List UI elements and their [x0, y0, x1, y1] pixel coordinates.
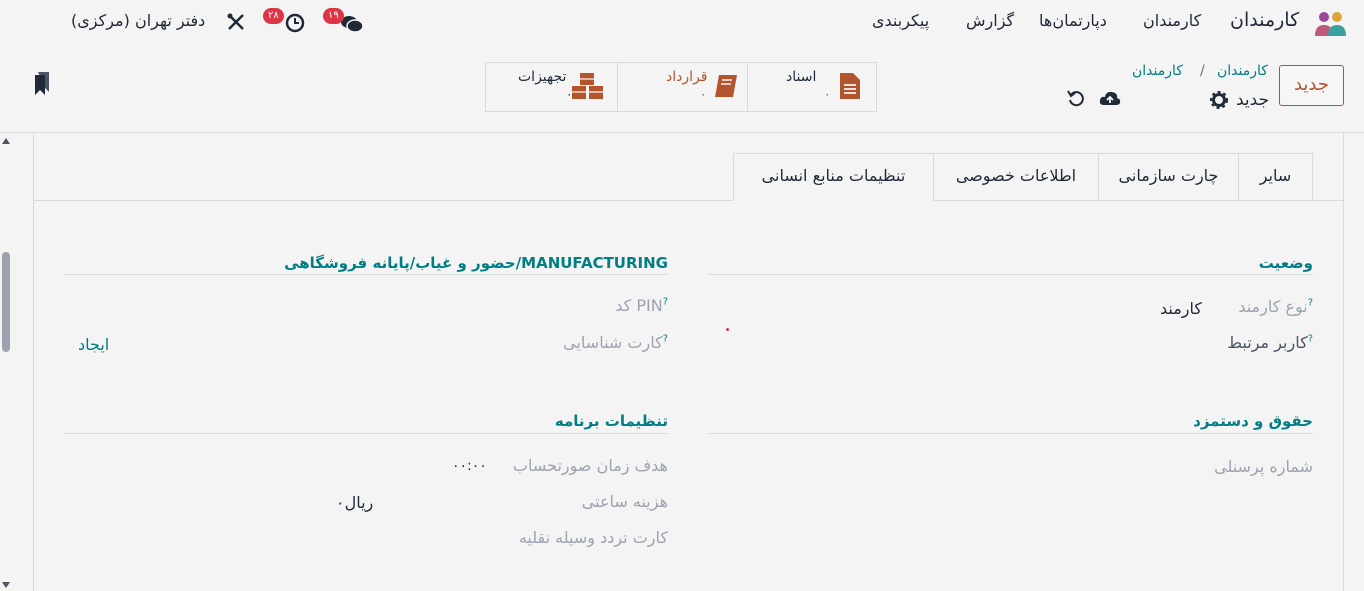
company-switcher[interactable]: دفتر تهران (مرکزی)	[71, 11, 205, 30]
form-sheet	[33, 133, 1344, 591]
pin-input[interactable]	[64, 294, 514, 318]
tab-private-info[interactable]: اطلاعات خصوصی	[933, 153, 1099, 201]
equipment-label: تجهیزات	[518, 69, 567, 85]
menu-reporting[interactable]: گزارش	[966, 11, 1014, 30]
menu-departments[interactable]: دپارتمان‌ها	[1039, 11, 1107, 30]
document-icon	[840, 73, 860, 99]
invoice-target-input[interactable]: ۰۰:۰۰	[452, 458, 487, 474]
registration-number-label: شماره پرسنلی	[1214, 457, 1313, 476]
related-user-label: کاربر مرتبط?	[1227, 333, 1313, 352]
scroll-up-arrow[interactable]	[1, 137, 11, 145]
related-user-input[interactable]	[730, 330, 1200, 354]
contracts-count: ۰	[700, 87, 707, 101]
top-navbar: کارمندان کارمندان دپارتمان‌ها گزارش پیکر…	[0, 0, 1364, 46]
scroll-down-arrow[interactable]	[1, 581, 11, 589]
vehicle-card-label: کارت تردد وسیله نقلیه	[518, 528, 668, 547]
create-badge-link[interactable]: ایجاد	[78, 335, 109, 354]
activities-badge: ۲۸	[263, 8, 284, 24]
tabs-divider	[34, 200, 1343, 201]
book-icon	[715, 75, 737, 97]
tab-other[interactable]: سایر	[1238, 153, 1313, 201]
discard-icon[interactable]	[1067, 89, 1085, 107]
breadcrumb-employees[interactable]: کارمندان	[1217, 63, 1268, 79]
tab-org-chart[interactable]: چارت سازمانی	[1098, 153, 1239, 201]
menu-employees[interactable]: کارمندان	[1143, 11, 1201, 30]
documents-count: ۰	[824, 87, 831, 101]
status-divider	[709, 274, 1313, 275]
contracts-smart-button[interactable]: قرارداد ۰	[617, 63, 747, 111]
equipment-count: ۰	[566, 87, 573, 101]
smart-buttons: اسناد ۰ قرارداد ۰ تجهیزات ۰	[485, 62, 877, 112]
invoice-target-label: هدف زمان صورتحساب	[512, 456, 668, 475]
bookmark-icon[interactable]	[33, 70, 51, 96]
badge-id-label: کارت شناسایی?	[563, 333, 668, 352]
app-settings-divider	[64, 433, 668, 434]
required-dot	[726, 328, 729, 331]
registration-number-input[interactable]	[730, 455, 1200, 479]
payroll-section-title: حقوق و دستمزد	[1193, 412, 1313, 430]
hourly-cost-label: هزینه ساعتی	[581, 492, 668, 511]
breadcrumb-separator: /	[1200, 63, 1205, 79]
scrollbar-thumb[interactable]	[2, 252, 10, 352]
gear-icon[interactable]	[1210, 91, 1228, 109]
menu-configuration[interactable]: پیکربندی	[872, 11, 929, 30]
app-settings-section-title: تنظیمات برنامه	[554, 412, 668, 430]
new-button[interactable]: جدید	[1279, 65, 1344, 106]
hourly-cost-input[interactable]: ۰ریال	[336, 493, 373, 512]
boxes-icon	[572, 73, 603, 99]
clock-icon[interactable]	[284, 12, 306, 34]
documents-label: اسناد	[786, 69, 817, 85]
employees-app-icon[interactable]	[1313, 8, 1349, 38]
documents-smart-button[interactable]: اسناد ۰	[747, 63, 877, 111]
breadcrumb-employees-2[interactable]: کارمندان	[1132, 63, 1183, 79]
attendance-section-title: حضور و غیاب/پایانه فروشگاهی/MANUFACTURIN…	[284, 254, 668, 272]
record-name: جدید	[1236, 90, 1270, 110]
scrollbar-track[interactable]	[0, 133, 12, 591]
pin-label: کد PIN?	[615, 296, 668, 315]
app-title[interactable]: کارمندان	[1230, 9, 1299, 31]
employee-type-label: نوع کارمند?	[1238, 297, 1313, 316]
contracts-label: قرارداد	[666, 69, 708, 85]
messages-badge: ۱۹	[323, 8, 344, 24]
payroll-divider	[709, 433, 1313, 434]
save-cloud-icon[interactable]	[1099, 89, 1121, 107]
equipment-smart-button[interactable]: تجهیزات ۰	[486, 63, 617, 111]
tab-hr-settings[interactable]: تنظیمات منابع انسانی	[733, 153, 934, 201]
employee-type-select[interactable]: کارمند	[1160, 299, 1202, 318]
vehicle-card-input[interactable]	[64, 526, 494, 550]
tools-icon[interactable]	[226, 12, 246, 32]
status-section-title: وضعیت	[1258, 254, 1313, 272]
attendance-divider	[64, 274, 668, 275]
